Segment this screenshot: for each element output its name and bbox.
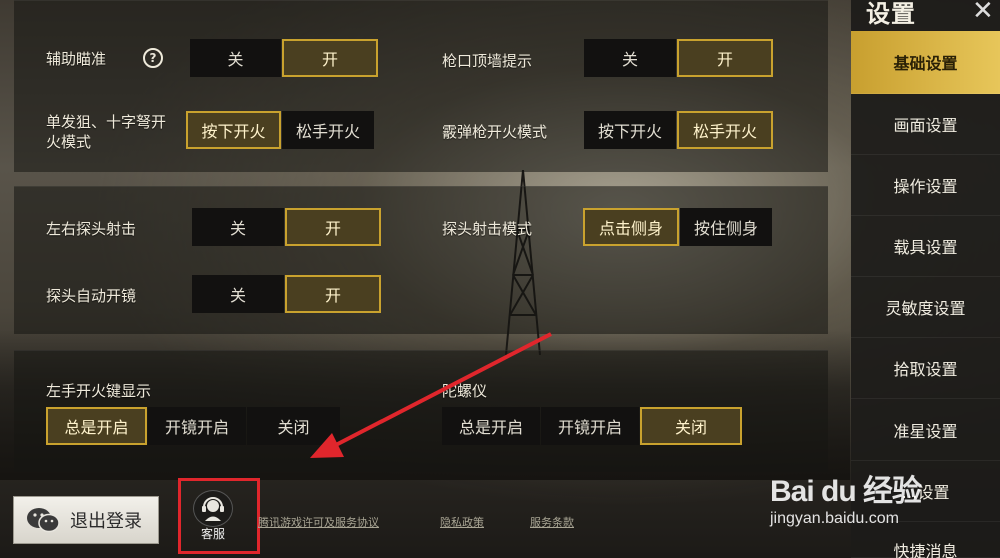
- license-link[interactable]: 腾讯游戏许可及服务协议: [258, 514, 379, 530]
- shotgun-release-fire[interactable]: 松手开火: [677, 111, 773, 149]
- aim-assist-label: 辅助瞄准: [46, 50, 107, 68]
- shotgun-fire-label: 霰弹枪开火模式: [442, 123, 548, 141]
- shotgun-press-fire[interactable]: 按下开火: [584, 111, 676, 149]
- watermark-brand: Bai du 经验: [770, 475, 922, 508]
- sniper-fire-label: 单发狙、十字弩开火模式: [46, 113, 167, 151]
- gyro-label: 陀螺仪: [442, 382, 488, 400]
- left-fire-scoped[interactable]: 开镜开启: [148, 407, 246, 445]
- left-fire-always[interactable]: 总是开启: [46, 407, 147, 445]
- peek-mode-tap[interactable]: 点击侧身: [583, 208, 679, 246]
- close-icon[interactable]: ✕: [972, 0, 994, 26]
- logout-label: 退出登录: [70, 511, 142, 532]
- aim-assist-off[interactable]: 关: [190, 39, 281, 77]
- wechat-icon: [27, 508, 60, 533]
- peek-scope-on[interactable]: 开: [285, 275, 381, 313]
- left-fire-off[interactable]: 关闭: [247, 407, 340, 445]
- peek-fire-label: 左右探头射击: [46, 220, 137, 238]
- left-fire-label: 左手开火键显示: [46, 382, 152, 400]
- aim-assist-on[interactable]: 开: [282, 39, 378, 77]
- sidebar-item-vehicle[interactable]: 载具设置: [851, 216, 1000, 277]
- muzzle-wall-toggle: 关 开: [584, 39, 773, 77]
- peek-scope-toggle: 关 开: [192, 275, 381, 313]
- sniper-press-fire[interactable]: 按下开火: [186, 111, 281, 149]
- gyro-off[interactable]: 关闭: [640, 407, 742, 445]
- sniper-fire-toggle: 按下开火 松手开火: [186, 111, 374, 149]
- sidebar-item-pickup[interactable]: 拾取设置: [851, 338, 1000, 399]
- left-fire-toggle: 总是开启 开镜开启 关闭: [46, 407, 340, 445]
- muzzle-wall-on[interactable]: 开: [677, 39, 773, 77]
- peek-mode-toggle: 点击侧身 按住侧身: [583, 208, 772, 246]
- peek-fire-off[interactable]: 关: [192, 208, 284, 246]
- peek-fire-on[interactable]: 开: [285, 208, 381, 246]
- gyro-toggle: 总是开启 开镜开启 关闭: [442, 407, 742, 445]
- baidu-watermark: Bai du 经验 jingyan.baidu.com: [770, 456, 960, 546]
- sidebar-item-crosshair[interactable]: 准星设置: [851, 400, 1000, 461]
- peek-mode-hold[interactable]: 按住侧身: [680, 208, 772, 246]
- help-icon[interactable]: ?: [143, 48, 163, 68]
- privacy-link[interactable]: 隐私政策: [440, 514, 484, 530]
- terms-link[interactable]: 服务条款: [530, 514, 574, 530]
- sniper-release-fire[interactable]: 松手开火: [282, 111, 374, 149]
- peek-scope-label: 探头自动开镜: [46, 287, 137, 305]
- peek-mode-label: 探头射击模式: [442, 220, 533, 238]
- settings-title: 设置: [866, 0, 916, 28]
- sidebar-item-graphics[interactable]: 画面设置: [851, 94, 1000, 155]
- gyro-scoped[interactable]: 开镜开启: [541, 407, 639, 445]
- sidebar-item-basic[interactable]: 基础设置: [851, 31, 1000, 94]
- muzzle-wall-off[interactable]: 关: [584, 39, 676, 77]
- watermark-url: jingyan.baidu.com: [770, 510, 899, 527]
- shotgun-fire-toggle: 按下开火 松手开火: [584, 111, 773, 149]
- logout-button[interactable]: 退出登录: [13, 496, 159, 544]
- sidebar-item-controls[interactable]: 操作设置: [851, 155, 1000, 216]
- aim-assist-toggle: 关 开: [190, 39, 378, 77]
- sidebar-item-sensitivity[interactable]: 灵敏度设置: [851, 277, 1000, 338]
- peek-scope-off[interactable]: 关: [192, 275, 284, 313]
- peek-fire-toggle: 关 开: [192, 208, 381, 246]
- muzzle-wall-label: 枪口顶墙提示: [442, 52, 533, 70]
- annotation-highlight-box: [178, 478, 260, 554]
- gyro-always[interactable]: 总是开启: [442, 407, 540, 445]
